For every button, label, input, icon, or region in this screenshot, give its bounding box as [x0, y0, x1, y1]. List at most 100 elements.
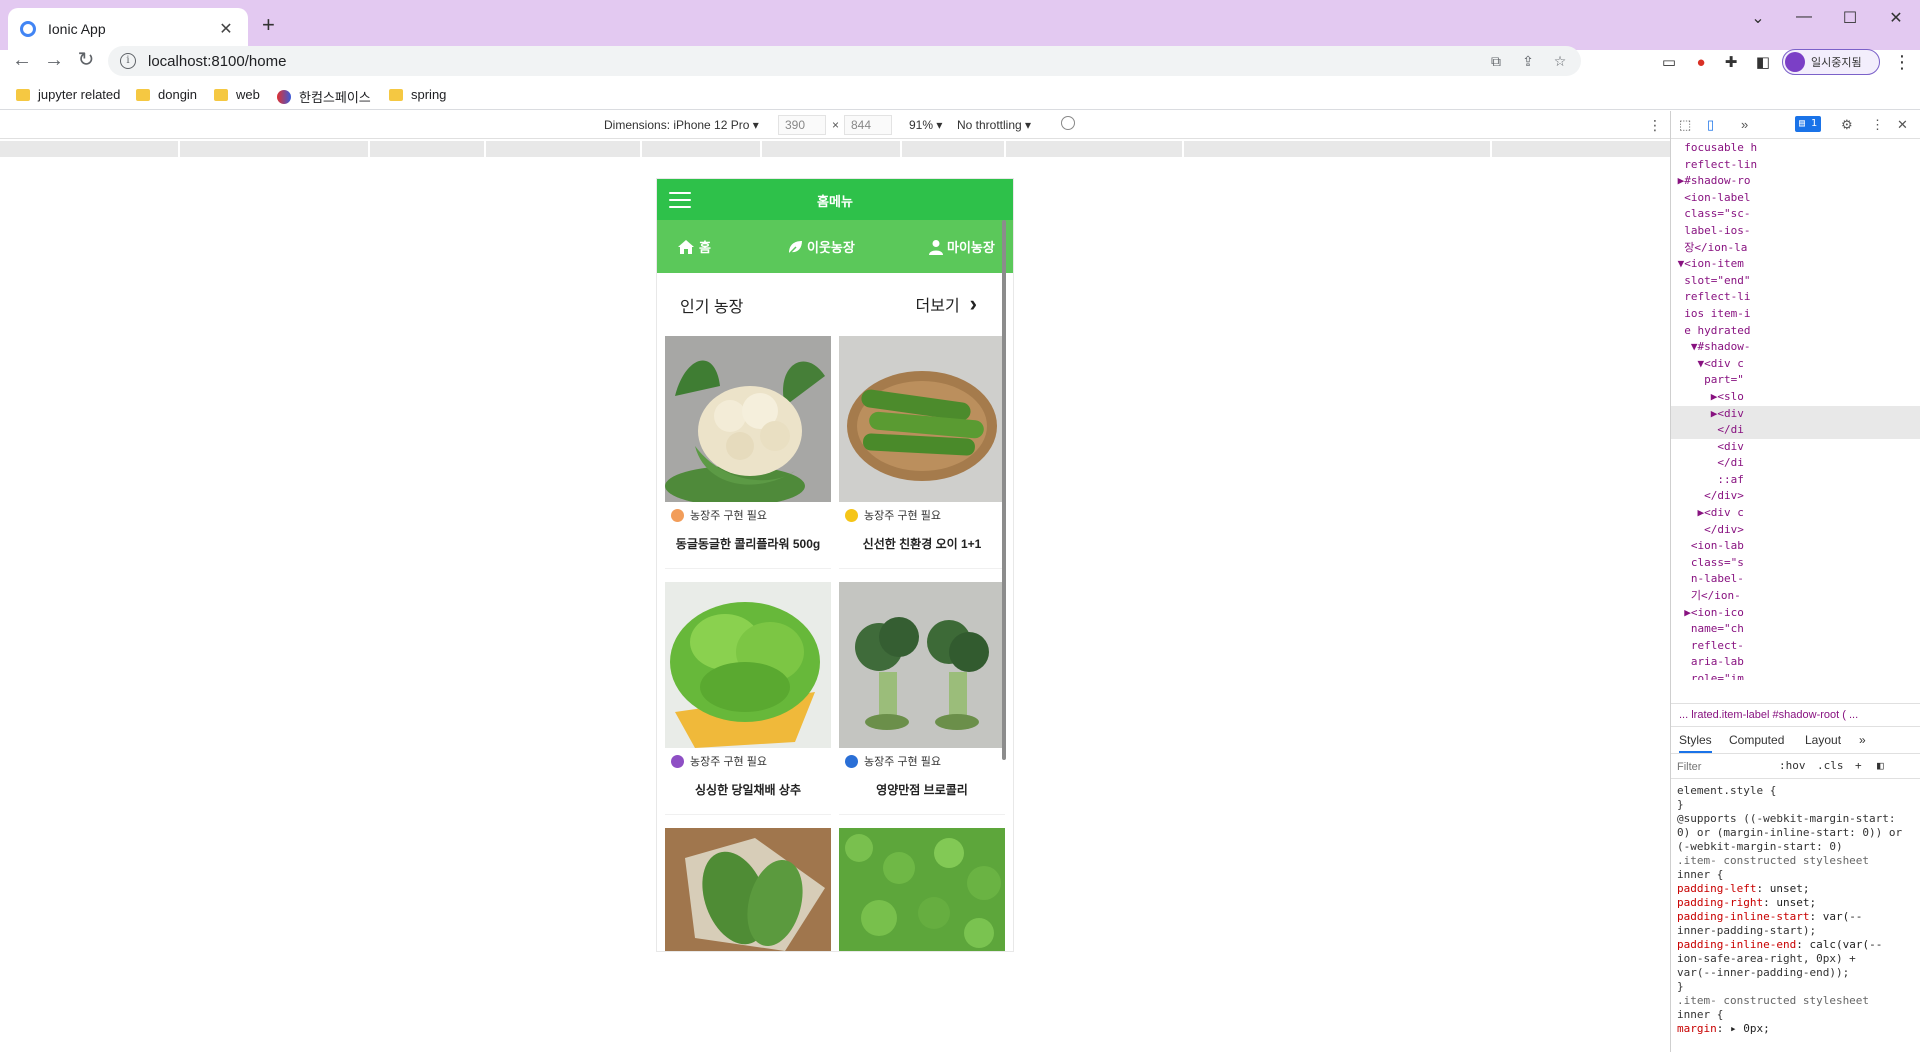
record-extension-icon[interactable]: ● [1690, 52, 1712, 74]
dom-tree-line[interactable]: ::af [1671, 472, 1920, 489]
site-info-icon[interactable]: i [120, 53, 136, 69]
product-card[interactable]: 농장주 구현 필요 영양만점 브로콜리 [839, 582, 1005, 815]
dom-tree-line[interactable]: part=" [1671, 372, 1920, 389]
computed-sidebar-icon[interactable]: ◧ [1877, 759, 1884, 772]
styles-pane[interactable]: element.style {} @supports ((-webkit-marg… [1671, 780, 1920, 1052]
device-toggle-icon[interactable]: ▯ [1707, 117, 1714, 133]
media-query-ruler[interactable] [0, 141, 1670, 157]
close-window-button[interactable]: ✕ [1876, 8, 1916, 28]
dom-tree-line[interactable]: ▶<div [1671, 405, 1920, 423]
ruler-segment[interactable] [1004, 141, 1006, 157]
dom-tree-line[interactable]: ▼#shadow- [1671, 339, 1920, 356]
dom-tree-line[interactable]: reflect-li [1671, 289, 1920, 306]
extensions-puzzle-icon[interactable]: ✚ [1720, 52, 1742, 74]
device-more-options-icon[interactable]: ⋮ [1648, 117, 1662, 134]
throttling-select[interactable]: No throttling ▾ [957, 118, 1031, 132]
dom-breadcrumbs[interactable]: ... lrated.item-label #shadow-root ( ... [1671, 703, 1920, 727]
forward-arrow-icon[interactable]: → [42, 48, 66, 72]
dom-tree-line[interactable]: focusable h [1671, 140, 1920, 157]
bookmark-hancom[interactable]: 한컴스페이스 [277, 87, 371, 106]
product-card[interactable] [839, 828, 1005, 951]
issues-badge[interactable]: ▤ 1 [1795, 116, 1822, 132]
tab-computed[interactable]: Computed [1729, 733, 1784, 747]
ruler-segment[interactable] [900, 141, 902, 157]
tab-styles[interactable]: Styles [1679, 733, 1712, 753]
styles-filter-input[interactable] [1677, 758, 1773, 776]
more-panels-icon[interactable]: » [1741, 117, 1748, 132]
dom-tree-line[interactable]: n-label- [1671, 571, 1920, 588]
side-panel-icon[interactable]: ◧ [1752, 52, 1774, 74]
dom-tree-line[interactable]: <div [1671, 439, 1920, 456]
dom-tree-line[interactable]: e hydrated [1671, 323, 1920, 340]
dom-tree-line[interactable]: aria-lab [1671, 654, 1920, 671]
settings-gear-icon[interactable]: ⚙ [1841, 117, 1853, 133]
ruler-segment[interactable] [484, 141, 486, 157]
ruler-segment[interactable] [368, 141, 370, 157]
reload-icon[interactable]: ↻ [74, 48, 98, 72]
address-bar[interactable]: i localhost:8100/home ⧉ ⇪ ☆ [108, 46, 1581, 76]
tab-search-icon[interactable]: ⌄ [1738, 8, 1778, 28]
product-card[interactable]: 농장주 구현 필요 신선한 친환경 오이 1+1 [839, 336, 1005, 569]
dom-tree-line[interactable]: ▶#shadow-ro [1671, 173, 1920, 190]
back-arrow-icon[interactable]: ← [10, 48, 34, 72]
browser-tab[interactable]: Ionic App ✕ [8, 8, 248, 50]
dom-tree-line[interactable]: ▶<slo [1671, 389, 1920, 406]
zoom-select[interactable]: 91% ▾ [909, 118, 942, 132]
dom-tree-line[interactable]: <ion-lab [1671, 538, 1920, 555]
dom-tree-line[interactable]: 기</ion- [1671, 588, 1920, 605]
tab-layout[interactable]: Layout [1805, 733, 1841, 747]
dom-tree-line[interactable]: </div> [1671, 522, 1920, 539]
tab-home[interactable]: 홈 [677, 237, 711, 256]
bookmark-spring[interactable]: spring [389, 87, 446, 102]
close-devtools-icon[interactable]: ✕ [1897, 117, 1908, 133]
ruler-segment[interactable] [640, 141, 642, 157]
close-tab-icon[interactable]: ✕ [216, 19, 236, 39]
dom-tree-line[interactable]: role="im [1671, 671, 1920, 680]
bookmark-jupyter[interactable]: jupyter related [16, 87, 120, 102]
phone-scrollbar[interactable] [1002, 220, 1006, 760]
dom-tree-line[interactable]: ▶<div c [1671, 505, 1920, 522]
dom-tree-line[interactable]: reflect-lin [1671, 157, 1920, 174]
ruler-segment[interactable] [760, 141, 762, 157]
class-toggle[interactable]: .cls [1817, 759, 1844, 772]
more-tabs-icon[interactable]: » [1859, 733, 1866, 747]
devtools-menu-icon[interactable]: ⋮ [1871, 117, 1884, 133]
rotate-icon[interactable] [1061, 116, 1075, 130]
ruler-segment[interactable] [178, 141, 180, 157]
dom-tree-line[interactable]: reflect- [1671, 638, 1920, 655]
dom-tree-line[interactable]: </di [1671, 455, 1920, 472]
elements-tree[interactable]: focusable h reflect-lin ▶#shadow-ro <ion… [1671, 140, 1920, 680]
translate-icon[interactable]: ⧉ [1487, 53, 1505, 70]
ruler-segment[interactable] [1490, 141, 1492, 157]
dom-tree-line[interactable]: </di [1671, 422, 1920, 439]
product-card[interactable]: 농장주 구현 필요 싱싱한 당일채배 상추 [665, 582, 831, 815]
inspect-element-icon[interactable]: ⬚ [1679, 117, 1691, 133]
dom-tree-line[interactable]: <ion-label [1671, 190, 1920, 207]
dom-tree-line[interactable]: 장</ion-la [1671, 240, 1920, 257]
profile-button[interactable]: 일시중지됨 [1782, 49, 1880, 75]
device-height-input[interactable]: 844 [844, 115, 892, 135]
dom-tree-line[interactable]: name="ch [1671, 621, 1920, 638]
bookmark-star-icon[interactable]: ☆ [1551, 53, 1569, 70]
dom-tree-line[interactable]: ▶<ion-ico [1671, 605, 1920, 622]
maximize-button[interactable]: ☐ [1830, 8, 1870, 28]
bookmark-dongin[interactable]: dongin [136, 87, 197, 102]
dom-tree-line[interactable]: ▼<div c [1671, 356, 1920, 373]
dom-tree-line[interactable]: ▼<ion-item [1671, 256, 1920, 273]
bookmark-web[interactable]: web [214, 87, 260, 102]
dom-tree-line[interactable]: </div> [1671, 488, 1920, 505]
share-icon[interactable]: ⇪ [1519, 53, 1537, 70]
hover-state-toggle[interactable]: :hov [1779, 759, 1806, 772]
product-card[interactable] [665, 828, 831, 951]
dom-tree-line[interactable]: ios item-i [1671, 306, 1920, 323]
new-style-rule-icon[interactable]: + [1855, 759, 1862, 772]
product-card[interactable]: 농장주 구현 필요 동글동글한 콜리플라워 500g [665, 336, 831, 569]
dom-tree-line[interactable]: label-ios- [1671, 223, 1920, 240]
tab-my-farm[interactable]: 마이농장 [929, 237, 995, 256]
dom-tree-line[interactable]: class="s [1671, 555, 1920, 572]
minimize-button[interactable]: — [1784, 8, 1824, 26]
dom-tree-line[interactable]: slot="end" [1671, 273, 1920, 290]
tab-neighbor-farm[interactable]: 이웃농장 [787, 237, 855, 256]
device-dimensions-select[interactable]: Dimensions: iPhone 12 Pro ▾ [604, 118, 759, 132]
more-button[interactable]: 더보기 › [916, 292, 978, 316]
